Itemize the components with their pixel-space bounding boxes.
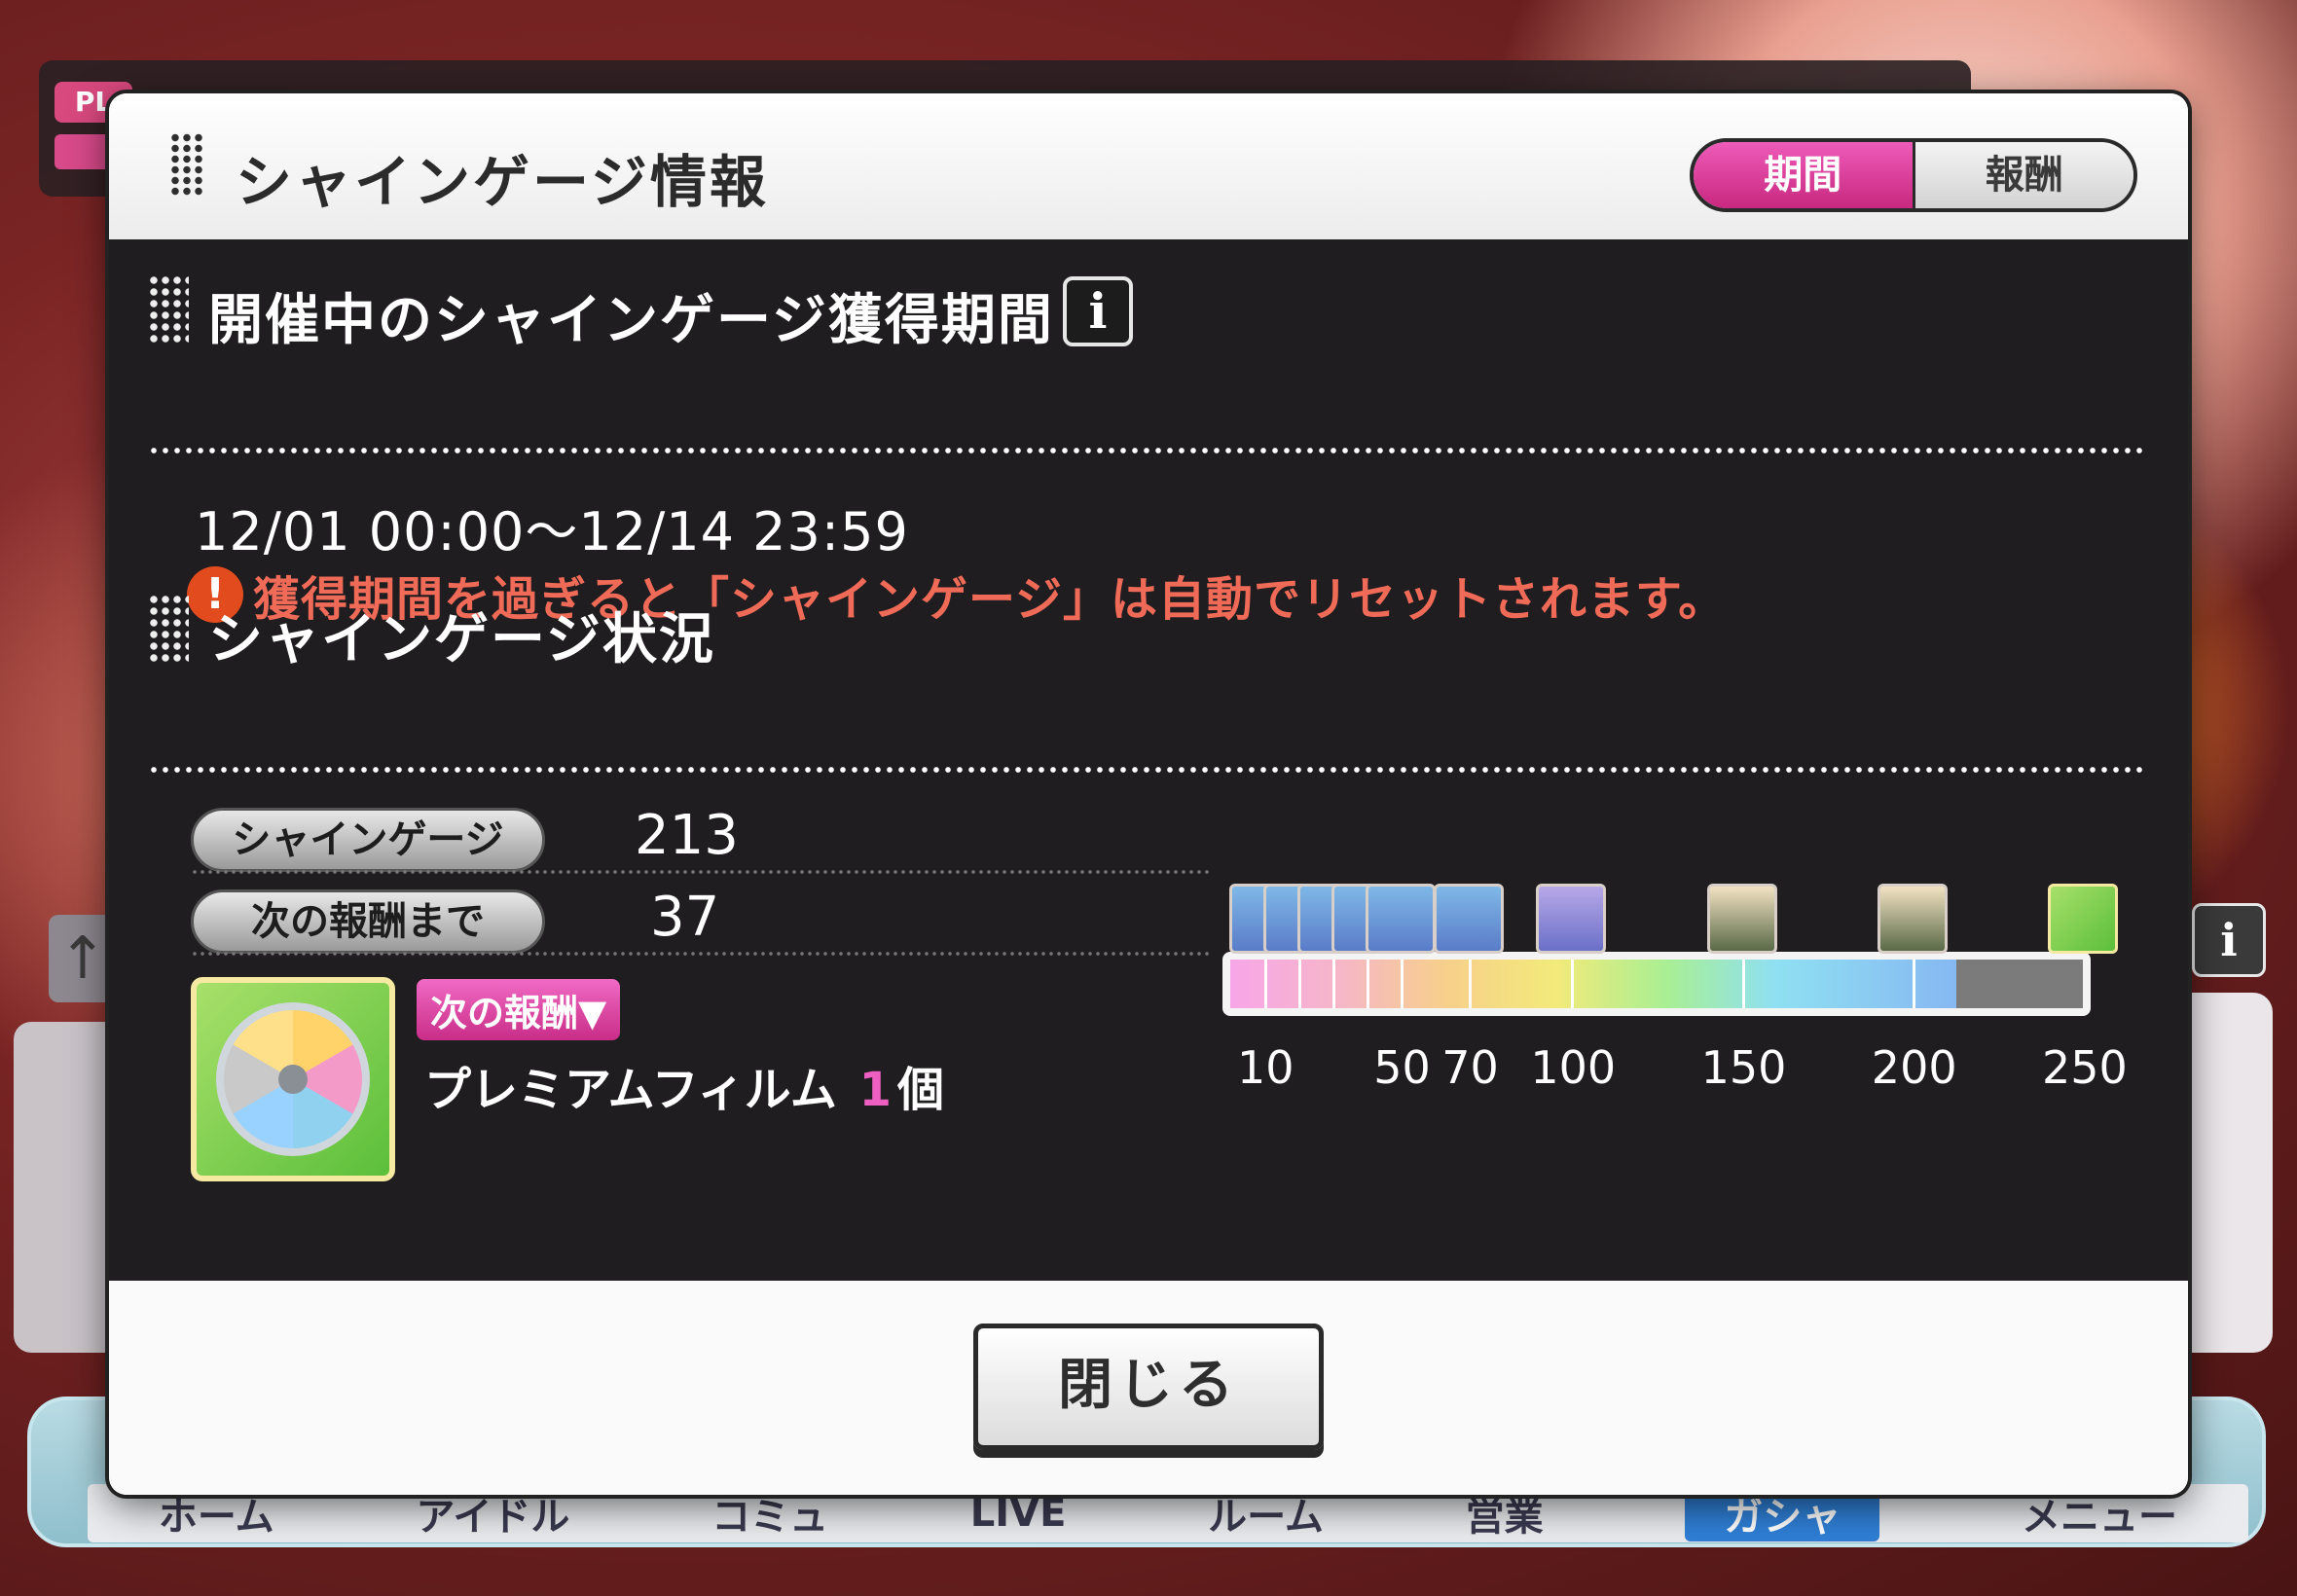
film-reel-hub [278,1065,308,1094]
gauge-tick-label: 200 [1871,1041,1957,1094]
next-reward-remaining: 37 [650,886,720,949]
info-icon[interactable]: i [1063,276,1133,346]
dialog-body: 開催中のシャインゲージ獲得期間 i 12/01 00:00～12/14 23:5… [109,239,2188,1281]
milestone-reward-icon[interactable] [1706,884,1777,954]
gauge-value: 213 [635,804,739,867]
milestone-reward-icon[interactable] [1877,884,1948,954]
period-range: 12/01 00:00～12/14 23:59 [195,501,909,562]
gauge-milestone-tick [1912,960,1915,1008]
reward-item-name: プレミアムフィルム [424,1063,837,1117]
grip-icon [148,594,189,666]
gauge-tick-label: 70 [1441,1041,1499,1094]
section-divider [148,767,2143,773]
milestone-reward-icon[interactable] [2048,884,2118,954]
row-divider [191,870,1213,874]
next-reward-tag: 次の報酬▼ [417,979,621,1040]
gauge-milestone-tick [1741,960,1745,1008]
gauge-milestone-tick [1469,960,1473,1008]
next-reward-remaining-label: 次の報酬まで [191,889,545,954]
grip-icon [148,274,189,346]
up-arrow-icon: ↑ [49,915,117,1002]
gauge-tick-label: 250 [2042,1041,2128,1094]
shine-gauge-dialog: シャインゲージ情報 期間 報酬 開催中のシャインゲージ獲得期間 i 12/01 … [109,93,2188,1495]
gauge-milestone-tick [1571,960,1575,1008]
film-reel-icon [216,1002,370,1156]
gauge-milestone-tick [1367,960,1370,1008]
shine-gauge: 10 50 70 100 150 200 250 [1209,804,2133,1213]
reward-unit: 個 [896,1063,944,1117]
level-bar [55,134,117,169]
gauge-fill [1230,960,1957,1008]
close-button[interactable]: 閉じる [973,1324,1324,1450]
row-divider [191,952,1213,956]
gauge-track [1230,960,2083,1008]
reward-quantity: 1 [858,1063,892,1117]
tab-switcher: 期間 報酬 [1690,138,2137,212]
info-icon: i [2192,903,2266,977]
gacha-side-panel [2185,993,2273,1353]
gauge-milestone-tick [1298,960,1302,1008]
gauge-milestone-tick [1401,960,1404,1008]
period-section-title: 開催中のシャインゲージ獲得期間 [208,289,1054,352]
gauge-tick-label: 50 [1373,1041,1431,1094]
tab-reward[interactable]: 報酬 [1914,142,2133,208]
premium-film-icon [191,977,395,1181]
gauge-tick-label: 10 [1237,1041,1294,1094]
gauge-tick-label: 150 [1700,1041,1787,1094]
nav-live: LIVE [969,1491,1067,1536]
gauge-tick-label: 100 [1530,1041,1617,1094]
milestone-reward-icon[interactable] [1434,884,1505,954]
status-section-title: シャインゲージ状況 [208,608,715,671]
section-divider [148,448,2143,453]
tab-period[interactable]: 期間 [1694,142,1915,208]
milestone-reward-icon[interactable] [1366,884,1437,954]
grip-icon [169,132,204,197]
gauge-value-label: シャインゲージ [191,808,545,872]
milestone-reward-icon[interactable] [1536,884,1607,954]
next-reward-name: プレミアムフィルム 1個 [424,1051,944,1119]
dialog-header: シャインゲージ情報 期間 報酬 [109,93,2188,239]
gauge-milestone-tick [1264,960,1268,1008]
dialog-title: シャインゲージ情報 [236,149,769,215]
gauge-milestone-tick [1332,960,1336,1008]
gauge-bar [1222,952,2091,1016]
